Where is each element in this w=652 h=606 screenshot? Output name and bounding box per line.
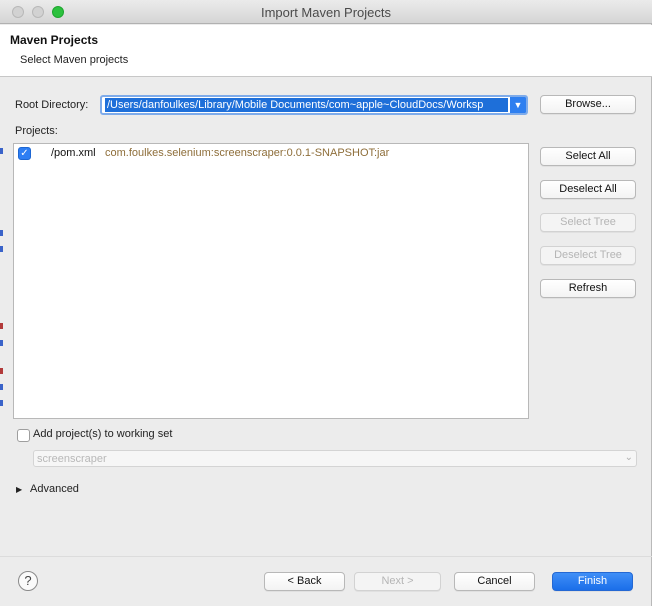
root-directory-combo[interactable]: /Users/danfoulkes/Library/Mobile Documen… [100,95,528,115]
title-bar: Import Maven Projects [0,0,652,24]
cancel-button[interactable]: Cancel [454,572,535,591]
browse-button[interactable]: Browse... [540,95,636,114]
help-icon[interactable]: ? [18,571,38,591]
background-window-fragment [0,148,3,154]
project-checkbox[interactable]: ✓ [18,147,31,160]
background-window-fragment [0,384,3,390]
root-directory-label: Root Directory: [15,99,89,111]
disclosure-triangle-icon[interactable]: ▶ [16,485,22,494]
finish-button[interactable]: Finish [552,572,633,591]
projects-label: Projects: [15,125,58,137]
background-window-fragment [0,368,3,374]
page-title: Maven Projects [10,33,99,47]
working-set-value: screenscraper [37,453,107,465]
wizard-header: Maven Projects Select Maven projects [0,25,652,77]
projects-tree[interactable]: ✓ /pom.xml com.foulkes.selenium:screensc… [13,143,529,419]
footer-divider [0,556,652,557]
working-set-label[interactable]: Add project(s) to working set [33,428,172,440]
background-window-fragment [0,340,3,346]
select-tree-button[interactable]: Select Tree [540,213,636,232]
background-window-fragment [0,246,3,252]
working-set-checkbox[interactable] [17,429,30,442]
window-title: Import Maven Projects [260,5,392,20]
refresh-button[interactable]: Refresh [540,279,636,298]
page-subtitle: Select Maven projects [20,54,129,66]
chevron-down-icon[interactable]: ▼ [510,97,526,113]
working-set-combo[interactable]: screenscraper ⌄ [33,450,637,467]
project-artifact: com.foulkes.selenium:screenscraper:0.0.1… [105,147,390,159]
project-row[interactable]: ✓ /pom.xml com.foulkes.selenium:screensc… [14,145,528,161]
background-window-fragment [0,323,3,329]
chevron-down-icon[interactable]: ⌄ [625,452,633,463]
back-button[interactable]: < Back [264,572,345,591]
deselect-tree-button[interactable]: Deselect Tree [540,246,636,265]
project-path: /pom.xml [51,147,96,159]
advanced-label[interactable]: Advanced [30,483,79,495]
root-directory-value[interactable]: /Users/danfoulkes/Library/Mobile Documen… [105,98,508,112]
import-maven-window: Import Maven Projects Maven Projects Sel… [0,0,652,606]
background-window-fragment [0,230,3,236]
background-window-fragment [0,400,3,406]
deselect-all-button[interactable]: Deselect All [540,180,636,199]
select-all-button[interactable]: Select All [540,147,636,166]
next-button[interactable]: Next > [354,572,441,591]
